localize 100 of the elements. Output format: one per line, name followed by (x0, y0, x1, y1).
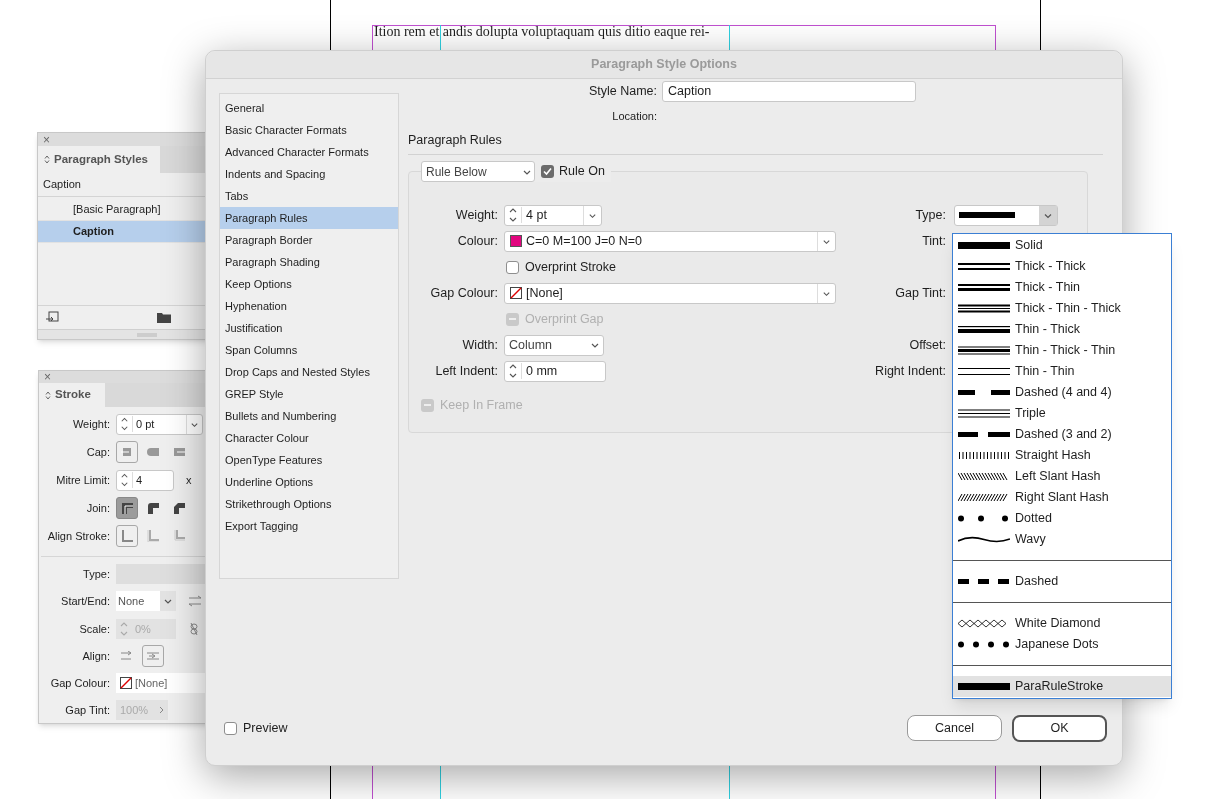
menu-item[interactable]: Dashed (3 and 2) (953, 424, 1171, 445)
start-end-select[interactable]: None (116, 591, 176, 611)
width-select[interactable]: Column (504, 334, 604, 356)
line-pattern-icon (958, 471, 1010, 482)
swap-icon[interactable] (188, 595, 202, 607)
category-item[interactable]: Hyphenation (220, 295, 398, 317)
none-swatch-icon (120, 677, 132, 689)
field-label: Align: (81, 648, 110, 664)
menu-item[interactable]: Dashed (953, 571, 1171, 592)
line-pattern-icon (958, 345, 1010, 356)
menu-item[interactable]: Thin - Thin (953, 361, 1171, 382)
line-pattern-icon (958, 450, 1010, 461)
bevel-join-icon (173, 502, 185, 514)
type-select[interactable] (954, 204, 1058, 226)
line-pattern-icon (958, 429, 1010, 440)
tab-label: Stroke (55, 387, 91, 403)
checkbox[interactable] (224, 721, 237, 735)
category-item[interactable]: GREP Style (220, 383, 398, 405)
weight-field[interactable]: 4 pt (504, 204, 602, 226)
field-label: Width: (461, 336, 498, 354)
icon-button[interactable] (116, 497, 138, 519)
chevron-right-icon (159, 706, 164, 714)
menu-item[interactable]: Left Slant Hash (953, 466, 1171, 487)
category-item[interactable]: Paragraph Shading (220, 251, 398, 273)
align-center-icon (121, 530, 133, 542)
mitre-field[interactable]: 4 (116, 469, 174, 491)
category-item[interactable]: Advanced Character Formats (220, 141, 398, 163)
close-button[interactable]: × (44, 371, 51, 383)
left-indent-field[interactable]: 0 mm (504, 360, 606, 382)
menu-item[interactable]: ParaRuleStroke (953, 676, 1171, 697)
checkbox[interactable] (541, 165, 554, 178)
menu-item[interactable]: Solid (953, 235, 1171, 256)
rule-select[interactable]: Rule Below (421, 161, 535, 182)
field-label: Type: (914, 206, 946, 224)
field-value: C=0 M=100 J=0 N=0 (526, 232, 644, 250)
category-item[interactable]: Basic Character Formats (220, 119, 398, 141)
field-label: Gap Colour: (49, 675, 110, 691)
menu-item[interactable]: White Diamond (953, 613, 1171, 634)
dialog-button[interactable]: Cancel (907, 715, 1002, 741)
category-item[interactable]: Span Columns (220, 339, 398, 361)
field-value: Rule Below (426, 163, 487, 181)
category-item[interactable]: Export Tagging (220, 515, 398, 537)
checkbox-label: Keep In Frame (440, 396, 523, 414)
line-pattern-icon (958, 387, 1010, 398)
line-pattern-icon (958, 261, 1010, 272)
close-button[interactable]: × (43, 133, 50, 146)
category-item[interactable]: Strikethrough Options (220, 493, 398, 515)
menu-item[interactable]: Straight Hash (953, 445, 1171, 466)
field-label: Align Stroke: (46, 528, 110, 544)
menu-item[interactable]: Thin - Thick (953, 319, 1171, 340)
category-item[interactable]: Justification (220, 317, 398, 339)
menu-item[interactable]: Triple (953, 403, 1171, 424)
menu-item[interactable]: Thick - Thin (953, 277, 1171, 298)
field-value: [None] (526, 284, 564, 302)
category-item[interactable]: Keep Options (220, 273, 398, 295)
category-item[interactable]: Drop Caps and Nested Styles (220, 361, 398, 383)
category-item[interactable]: Character Colour (220, 427, 398, 449)
window-title: Paragraph Style Options (591, 56, 737, 74)
line-pattern-icon (958, 240, 1010, 251)
section-heading: Paragraph Rules (408, 132, 503, 147)
dialog-button[interactable]: OK (1012, 714, 1107, 742)
field-label: Tint: (921, 232, 946, 250)
field-value: [None] (135, 675, 168, 691)
category-item[interactable]: Paragraph Rules (220, 207, 398, 229)
line-pattern-icon (958, 324, 1010, 335)
panel-tab[interactable]: Paragraph Styles (38, 146, 160, 173)
style-name-field[interactable]: Caption (662, 81, 916, 102)
line-pattern-icon (958, 303, 1010, 314)
category-item[interactable]: Bullets and Numbering (220, 405, 398, 427)
field-label: Join: (85, 500, 110, 516)
weight-field[interactable]: 0 pt (116, 413, 203, 435)
collapse-icon (44, 155, 50, 164)
line-pattern-icon (958, 492, 1010, 503)
colour-select[interactable]: C=0 M=100 J=0 N=0 (504, 230, 836, 252)
check-icon (543, 167, 552, 176)
field-value: Column (509, 336, 553, 354)
checkbox-label: Rule On (559, 163, 605, 181)
panel-tab[interactable]: Stroke (39, 383, 105, 407)
menu-item[interactable]: Thick - Thin - Thick (953, 298, 1171, 319)
menu-item[interactable]: Thick - Thick (953, 256, 1171, 277)
category-item[interactable]: OpenType Features (220, 449, 398, 471)
menu-item[interactable]: Right Slant Hash (953, 487, 1171, 508)
unit-label: x (186, 472, 192, 488)
line-pattern-icon (958, 639, 1010, 650)
collapse-icon (45, 390, 51, 400)
category-item[interactable]: Underline Options (220, 471, 398, 493)
checkbox[interactable] (506, 260, 519, 274)
menu-item[interactable]: Japanese Dots (953, 634, 1171, 655)
field-value: 0 mm (525, 362, 559, 380)
menu-item[interactable]: Thin - Thick - Thin (953, 340, 1171, 361)
align-inside-icon (147, 530, 159, 542)
category-item[interactable]: General (220, 97, 398, 119)
menu-item[interactable]: Wavy (953, 529, 1171, 550)
line-pattern-icon (958, 513, 1010, 524)
gap-colour-select[interactable]: [None] (504, 282, 836, 304)
miter-join-icon (121, 502, 133, 514)
menu-item[interactable]: Dotted (953, 508, 1171, 529)
unlink-icon[interactable] (188, 622, 200, 636)
menu-item[interactable]: Dashed (4 and 4) (953, 382, 1171, 403)
line-pattern-icon (958, 534, 1010, 545)
